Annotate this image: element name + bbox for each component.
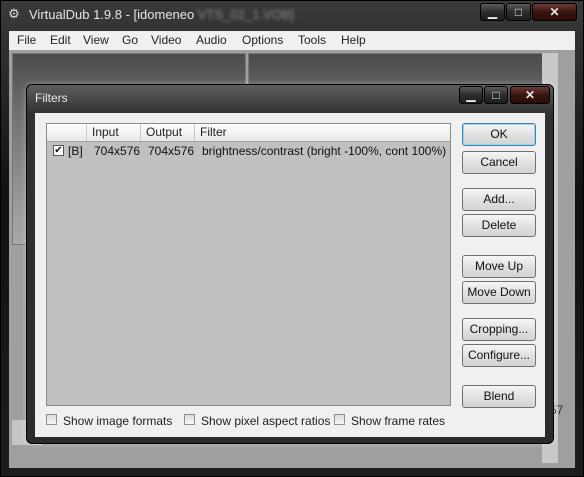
maximize-button[interactable]: □: [506, 3, 531, 21]
virtualdub-app-icon[interactable]: ⚙: [7, 7, 21, 21]
dialog-close-button[interactable]: ✕: [510, 86, 550, 104]
list-header: Input Output Filter: [47, 124, 450, 142]
menu-go[interactable]: Go: [122, 33, 138, 47]
show-pixel-aspect-ratios-checkbox[interactable]: [184, 414, 195, 425]
menu-options[interactable]: Options: [242, 33, 283, 47]
configure-button[interactable]: Configure...: [462, 344, 536, 367]
show-image-formats-label: Show image formats: [63, 414, 173, 428]
column-header-output[interactable]: Output: [141, 124, 195, 141]
filters-dialog: Filters ▁ □ ✕ Input Output Filter ✔ [B] …: [26, 84, 554, 444]
dialog-maximize-button[interactable]: □: [484, 86, 508, 104]
column-header-enabled[interactable]: [47, 124, 87, 141]
column-header-input[interactable]: Input: [87, 124, 141, 141]
dialog-client-area: Input Output Filter ✔ [B] 704x576 704x57…: [35, 113, 545, 437]
show-frame-rates-label: Show frame rates: [351, 414, 446, 428]
filter-description: brightness/contrast (bright -100%, cont …: [202, 144, 447, 158]
show-image-formats-checkbox[interactable]: [46, 414, 57, 425]
title-text: VirtualDub 1.9.8 - [idomeneo: [29, 7, 195, 22]
ok-button[interactable]: OK: [462, 123, 536, 146]
close-button[interactable]: ✕: [532, 3, 577, 21]
minimize-button[interactable]: ▁: [480, 3, 505, 21]
dialog-minimize-button[interactable]: ▁: [459, 86, 483, 104]
delete-button[interactable]: Delete: [462, 214, 536, 237]
show-frame-rates-checkbox[interactable]: [334, 414, 345, 425]
add-button[interactable]: Add...: [462, 188, 536, 211]
main-window-title: VirtualDub 1.9.8 - [idomeneo VTS_02_1.VO…: [29, 7, 294, 22]
filter-list[interactable]: Input Output Filter ✔ [B] 704x576 704x57…: [46, 123, 451, 406]
move-up-button[interactable]: Move Up: [462, 255, 536, 278]
cropping-button[interactable]: Cropping...: [462, 318, 536, 341]
menu-edit[interactable]: Edit: [50, 33, 71, 47]
menu-tools[interactable]: Tools: [298, 33, 326, 47]
filter-output-size: 704x576: [148, 144, 195, 158]
dialog-title: Filters: [35, 91, 68, 105]
main-titlebar[interactable]: ⚙ VirtualDub 1.9.8 - [idomeneo VTS_02_1.…: [1, 1, 583, 29]
filter-enabled-checkbox[interactable]: ✔: [53, 145, 64, 156]
filter-tag: [B]: [68, 144, 83, 158]
title-blurred-text: VTS_02_1.VOB]: [197, 7, 294, 22]
filter-row[interactable]: ✔ [B] 704x576 704x576 brightness/contras…: [47, 142, 450, 160]
menu-file[interactable]: File: [17, 33, 36, 47]
filter-input-size: 704x576: [94, 144, 141, 158]
cancel-button[interactable]: Cancel: [462, 151, 536, 174]
menu-view[interactable]: View: [83, 33, 109, 47]
blend-button[interactable]: Blend: [462, 385, 536, 408]
show-pixel-aspect-ratios-label: Show pixel aspect ratios: [201, 414, 331, 428]
menu-audio[interactable]: Audio: [196, 33, 227, 47]
move-down-button[interactable]: Move Down: [462, 281, 536, 304]
menu-help[interactable]: Help: [341, 33, 366, 47]
menu-bar: File Edit View Go Video Audio Options To…: [9, 31, 575, 50]
column-header-filter[interactable]: Filter: [195, 124, 450, 141]
menu-video[interactable]: Video: [151, 33, 181, 47]
